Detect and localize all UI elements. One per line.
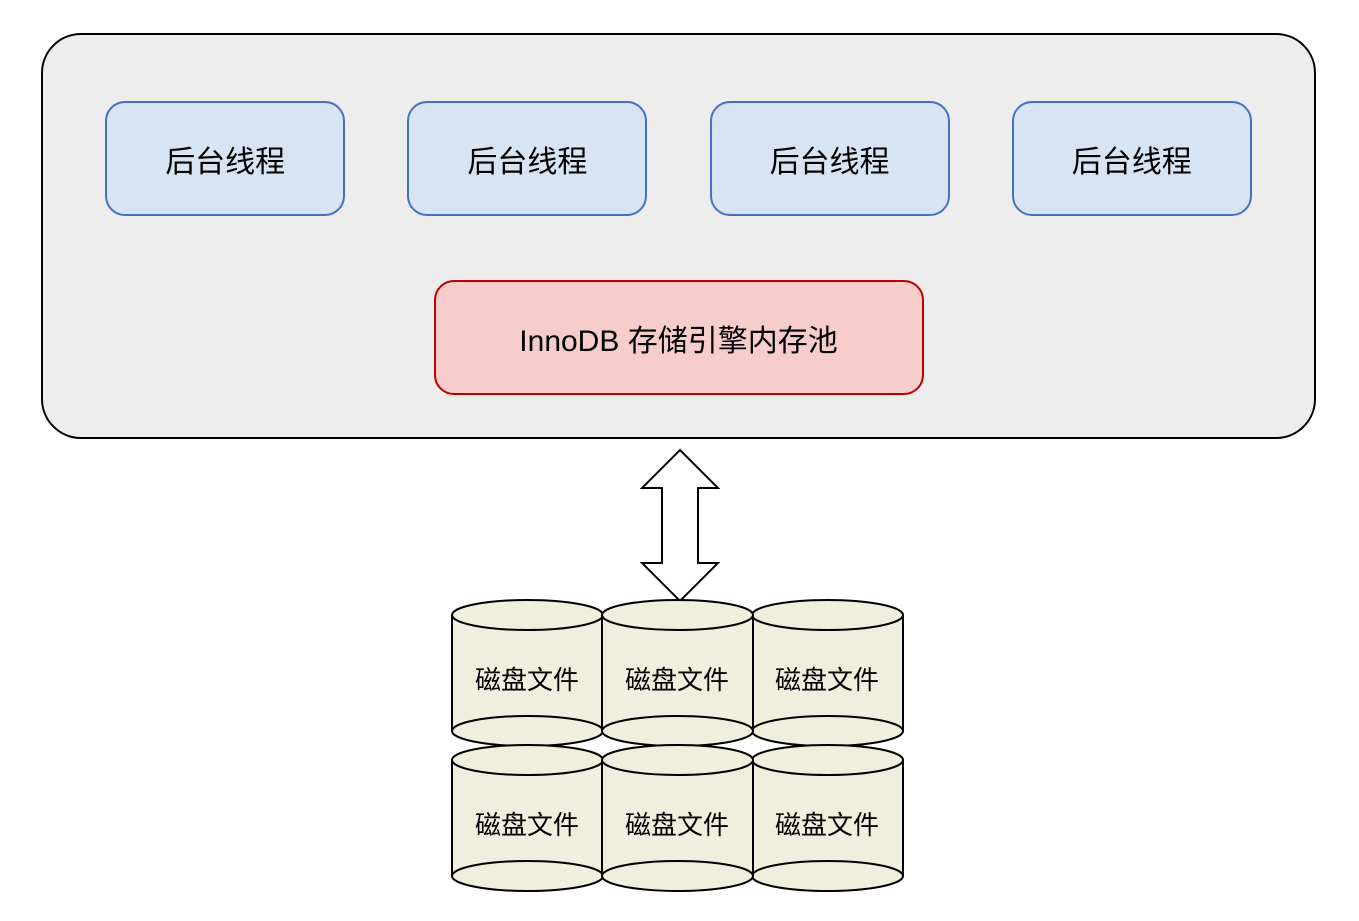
memory-pool-label: InnoDB 存储引擎内存池 bbox=[519, 316, 837, 360]
thread-label: 后台线程 bbox=[165, 137, 285, 181]
threads-row: 后台线程 后台线程 后台线程 后台线程 bbox=[43, 101, 1314, 216]
engine-container: 后台线程 后台线程 后台线程 后台线程 InnoDB 存储引擎内存池 bbox=[41, 33, 1316, 439]
disk-label: 磁盘文件 bbox=[600, 805, 755, 842]
disk-cluster: 磁盘文件 磁盘文件 磁盘文件 磁盘文件 bbox=[450, 598, 910, 908]
background-thread-box: 后台线程 bbox=[710, 101, 950, 216]
disk-file-cylinder: 磁盘文件 bbox=[600, 743, 755, 893]
thread-label: 后台线程 bbox=[467, 137, 587, 181]
innodb-memory-pool-box: InnoDB 存储引擎内存池 bbox=[434, 280, 924, 395]
disk-file-cylinder: 磁盘文件 bbox=[750, 598, 905, 748]
background-thread-box: 后台线程 bbox=[1012, 101, 1252, 216]
disk-label: 磁盘文件 bbox=[450, 660, 605, 697]
thread-label: 后台线程 bbox=[1072, 137, 1192, 181]
disk-label: 磁盘文件 bbox=[450, 805, 605, 842]
disk-file-cylinder: 磁盘文件 bbox=[450, 598, 605, 748]
disk-label: 磁盘文件 bbox=[600, 660, 755, 697]
thread-label: 后台线程 bbox=[770, 137, 890, 181]
disk-label: 磁盘文件 bbox=[750, 805, 905, 842]
background-thread-box: 后台线程 bbox=[407, 101, 647, 216]
background-thread-box: 后台线程 bbox=[105, 101, 345, 216]
disk-file-cylinder: 磁盘文件 bbox=[450, 743, 605, 893]
disk-file-cylinder: 磁盘文件 bbox=[600, 598, 755, 748]
disk-label: 磁盘文件 bbox=[750, 660, 905, 697]
disk-file-cylinder: 磁盘文件 bbox=[750, 743, 905, 893]
bidirectional-arrow-icon bbox=[640, 448, 720, 603]
